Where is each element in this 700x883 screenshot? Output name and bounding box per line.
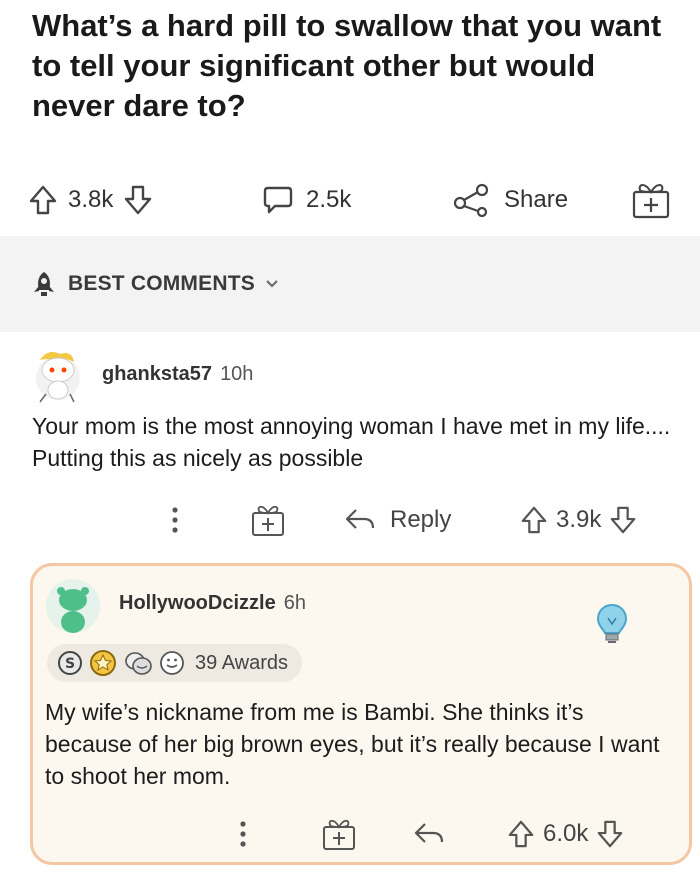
username[interactable]: HollywooDcizzle [119,592,276,615]
upvote-icon[interactable] [507,819,535,849]
comment-meta: ghanksta57 10h [102,363,253,386]
comment-age: 10h [220,363,254,385]
avatar[interactable] [45,578,101,634]
post-title: What’s a hard pill to swallow that you w… [32,8,662,123]
reply-arrow-icon[interactable] [413,821,445,847]
comments-button[interactable]: 2.5k [262,168,351,232]
awards-bar[interactable]: S 39 Awards [47,644,303,682]
share-icon [453,183,489,217]
more-options-icon[interactable] [236,819,250,849]
chevron-down-icon [266,280,278,288]
downvote-icon[interactable] [609,505,637,535]
upvote-icon[interactable] [28,184,58,216]
share-label: Share [504,186,569,213]
share-button[interactable]: Share [452,168,568,232]
upvote-icon[interactable] [520,505,548,535]
comment-count: 2.5k [306,186,352,213]
highlighted-comment: HollywooDcizzle 6h S 39 Awards My wife’s… [30,563,692,865]
post-vote-group: 3.8k [28,168,153,232]
username[interactable]: ghanksta57 [102,363,212,386]
comment-body: My wife’s nickname from me is Bambi. She… [45,699,660,789]
gold-award-icon [90,650,116,676]
wholesome-award-icon [125,652,152,675]
reply-label: Reply [390,506,452,533]
avatar[interactable] [28,346,88,406]
comment-action-bar: Reply 3.9k [0,500,700,540]
sort-label: BEST COMMENTS [68,272,255,295]
comment-vote-group: 3.9k [520,505,637,535]
comment-body: Your mom is the most annoying woman I ha… [32,413,671,471]
comment-icon [263,186,293,214]
gift-icon [632,184,670,219]
comment-score: 6.0k [543,820,589,847]
comment-score: 3.9k [556,506,602,533]
downvote-icon[interactable] [596,819,624,849]
comment: ghanksta57 10h Your mom is the most anno… [0,336,700,551]
sort-selector[interactable]: BEST COMMENTS [30,270,279,298]
awards-count: 39 Awards [195,651,289,674]
rocket-icon [34,272,54,296]
comment-vote-group: 6.0k [507,819,624,849]
comment-action-bar: 6.0k [33,814,689,854]
post-action-bar: 3.8k 2.5k Share [0,168,700,232]
post-score: 3.8k [68,186,114,213]
helpful-award-icon [160,651,184,675]
reply-arrow-icon [345,509,375,529]
svg-text:S: S [65,656,75,672]
silver-award-icon: S [58,651,82,675]
comments-sort-bar: BEST COMMENTS [0,236,700,332]
comment-age: 6h [283,592,306,614]
more-options-icon[interactable] [168,505,182,535]
comment-meta: HollywooDcizzle 6h [119,592,306,615]
gift-icon[interactable] [250,503,286,537]
award-button[interactable] [630,168,672,232]
reply-button[interactable]: Reply [344,506,451,534]
downvote-icon[interactable] [123,184,153,216]
gift-icon[interactable] [321,817,357,851]
lightbulb-icon [596,603,628,643]
